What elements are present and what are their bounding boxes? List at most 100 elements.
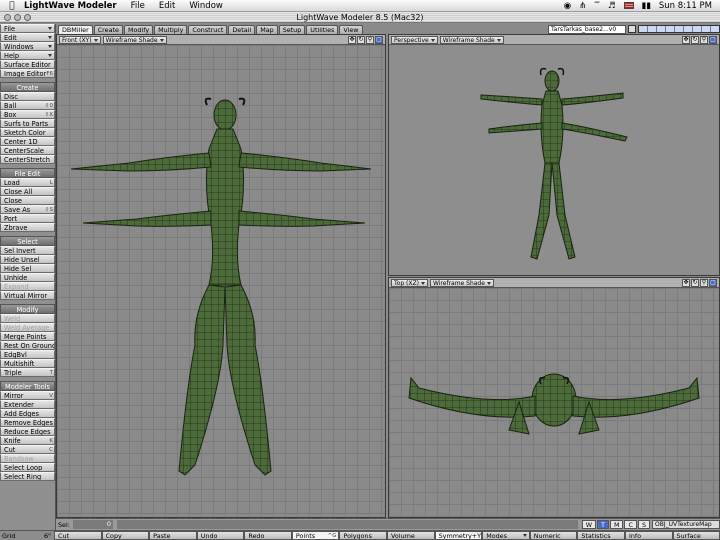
surface-editor-button[interactable]: Surface Editor [0, 60, 55, 69]
centerstretch-button[interactable]: CenterStretch [0, 155, 55, 164]
virtual-mirror-button[interactable]: Virtual Mirror [0, 291, 55, 300]
points-button[interactable]: Points ^G [291, 531, 340, 540]
move-view-icon[interactable]: ✥ [348, 35, 356, 44]
windows-menu-button[interactable]: Windows [0, 42, 55, 51]
tab-dbmiller[interactable]: DBMiller [58, 25, 93, 34]
mirror-button[interactable]: Mirror V [0, 391, 55, 400]
mode-t-button[interactable]: T [597, 520, 609, 529]
numeric-button[interactable]: Numeric [529, 531, 578, 540]
mode-c-button[interactable]: C [624, 520, 637, 529]
move-view-icon[interactable]: ✥ [682, 35, 690, 44]
zoom-view-icon[interactable]: ⚲ [700, 278, 708, 287]
rest-on-ground-button[interactable]: Rest On Ground [0, 341, 55, 350]
app-menu[interactable]: LightWave Modeler [24, 1, 117, 11]
unhide-button[interactable]: Unhide [0, 273, 55, 282]
tab-create[interactable]: Create [93, 25, 123, 34]
expand-button[interactable]: Expand [0, 282, 55, 291]
tab-view[interactable]: View [339, 25, 363, 34]
layer-toggle-icon[interactable] [628, 25, 636, 33]
zoom-window-icon[interactable] [24, 14, 31, 21]
volume-icon[interactable]: ♬ [608, 1, 616, 11]
centerscale-button[interactable]: CenterScale [0, 146, 55, 155]
box-button[interactable]: Box ⇧X [0, 110, 55, 119]
render-mode-select[interactable]: Wireframe Shade [102, 35, 167, 44]
us-flag-icon[interactable] [623, 2, 634, 9]
top-viewport[interactable]: Top (XZ) Wireframe Shade ✥ ↻ ⚲ ▢ [388, 277, 720, 518]
load-button[interactable]: Load L [0, 178, 55, 187]
tab-construct[interactable]: Construct [188, 25, 228, 34]
tab-modify[interactable]: Modify [123, 25, 154, 34]
center-1d-button[interactable]: Center 1D [0, 137, 55, 146]
hide-unsel-button[interactable]: Hide Unsel [0, 255, 55, 264]
triple-button[interactable]: Triple T [0, 368, 55, 377]
multishift-button[interactable]: Multishift [0, 359, 55, 368]
clock[interactable]: Sun 8:11 PM [659, 1, 712, 11]
copy-button[interactable]: Copy [101, 531, 150, 540]
move-view-icon[interactable]: ✥ [682, 278, 690, 287]
front-view-canvas[interactable] [57, 45, 385, 517]
close-window-icon[interactable] [4, 14, 11, 21]
modes-button[interactable]: Modes [482, 531, 530, 540]
rotate-view-icon[interactable]: ↻ [357, 35, 365, 44]
edit-menu[interactable]: Edit [159, 1, 175, 11]
weld-button[interactable]: Weld [0, 314, 55, 323]
disc-icon[interactable]: ◉ [564, 1, 571, 11]
file-menu-button[interactable]: File [0, 24, 55, 33]
image-editor-button[interactable]: Image Editor F6 [0, 69, 55, 78]
redo-button[interactable]: Redo [244, 531, 292, 540]
merge-points-button[interactable]: Merge Points [0, 332, 55, 341]
perspective-viewport[interactable]: Perspective Wireframe Shade ✥ ↻ ⚲ ▢ [388, 34, 720, 276]
render-mode-select[interactable]: Wireframe Shade [439, 35, 504, 44]
save-as-button[interactable]: Save As ⇧S [0, 205, 55, 214]
file-menu[interactable]: File [131, 1, 145, 11]
rotate-view-icon[interactable]: ↻ [691, 278, 699, 287]
polygons-button[interactable]: Polygons [339, 531, 388, 540]
select-loop-button[interactable]: Select Loop [0, 463, 55, 472]
zoom-view-icon[interactable]: ⚲ [366, 35, 374, 44]
top-view-canvas[interactable] [389, 288, 719, 517]
zbrave-button[interactable]: Zbrave [0, 223, 55, 232]
port-button[interactable]: Port [0, 214, 55, 223]
paste-button[interactable]: Paste [149, 531, 197, 540]
tab-setup[interactable]: Setup [278, 25, 306, 34]
tab-detail[interactable]: Detail [228, 25, 256, 34]
battery-icon[interactable]: ▮▮ [642, 1, 651, 11]
close-button[interactable]: Close [0, 196, 55, 205]
layer-bank-strip[interactable] [638, 25, 720, 33]
mode-w-button[interactable]: W [581, 520, 597, 529]
window-menu[interactable]: Window [189, 1, 223, 11]
close-all-button[interactable]: Close All [0, 187, 55, 196]
tab-map[interactable]: Map [256, 25, 278, 34]
mode-s-button[interactable]: S [637, 520, 650, 529]
tab-multiply[interactable]: Multiply [154, 25, 188, 34]
cut-button[interactable]: Cut C [0, 445, 55, 454]
sel-invert-button[interactable]: Sel Invert [0, 246, 55, 255]
bandsaw-button[interactable]: Bandsaw [0, 454, 55, 463]
perspective-view-canvas[interactable] [389, 45, 719, 275]
mode-m-button[interactable]: M [609, 520, 624, 529]
hide-sel-button[interactable]: Hide Sel [0, 264, 55, 273]
sketch-color-button[interactable]: Sketch Color [0, 128, 55, 137]
weld-average-button[interactable]: Weld Average [0, 323, 55, 332]
select-ring-button[interactable]: Select Ring [0, 472, 55, 481]
tab-utilities[interactable]: Utilities [306, 25, 339, 34]
edgbvl-button[interactable]: EdgBvl [0, 350, 55, 359]
surfs-to-parts-button[interactable]: Surfs to Parts [0, 119, 55, 128]
info-button[interactable]: Info [624, 531, 673, 540]
add-edges-button[interactable]: Add Edges [0, 409, 55, 418]
knife-button[interactable]: Knife K [0, 436, 55, 445]
render-mode-select[interactable]: Wireframe Shade [429, 278, 494, 287]
cut-button[interactable]: Cut [54, 531, 102, 540]
rotate-view-icon[interactable]: ↻ [691, 35, 699, 44]
zoom-view-icon[interactable]: ⚲ [700, 35, 708, 44]
view-type-select[interactable]: Top (XZ) [391, 278, 428, 287]
view-type-select[interactable]: Front (XY) [59, 35, 101, 44]
front-viewport[interactable]: Front (XY) Wireframe Shade ✥ ↻ ⚲ ▢ [56, 34, 386, 518]
edit-menu-button[interactable]: Edit [0, 33, 55, 42]
ball-button[interactable]: Ball ⇧0 [0, 101, 55, 110]
minimize-window-icon[interactable] [14, 14, 21, 21]
extender-button[interactable]: Extender [0, 400, 55, 409]
undo-button[interactable]: Undo [196, 531, 245, 540]
reduce-edges-button[interactable]: Reduce Edges [0, 427, 55, 436]
uv-map-select[interactable]: OBJ_UVTextureMap [652, 520, 720, 529]
